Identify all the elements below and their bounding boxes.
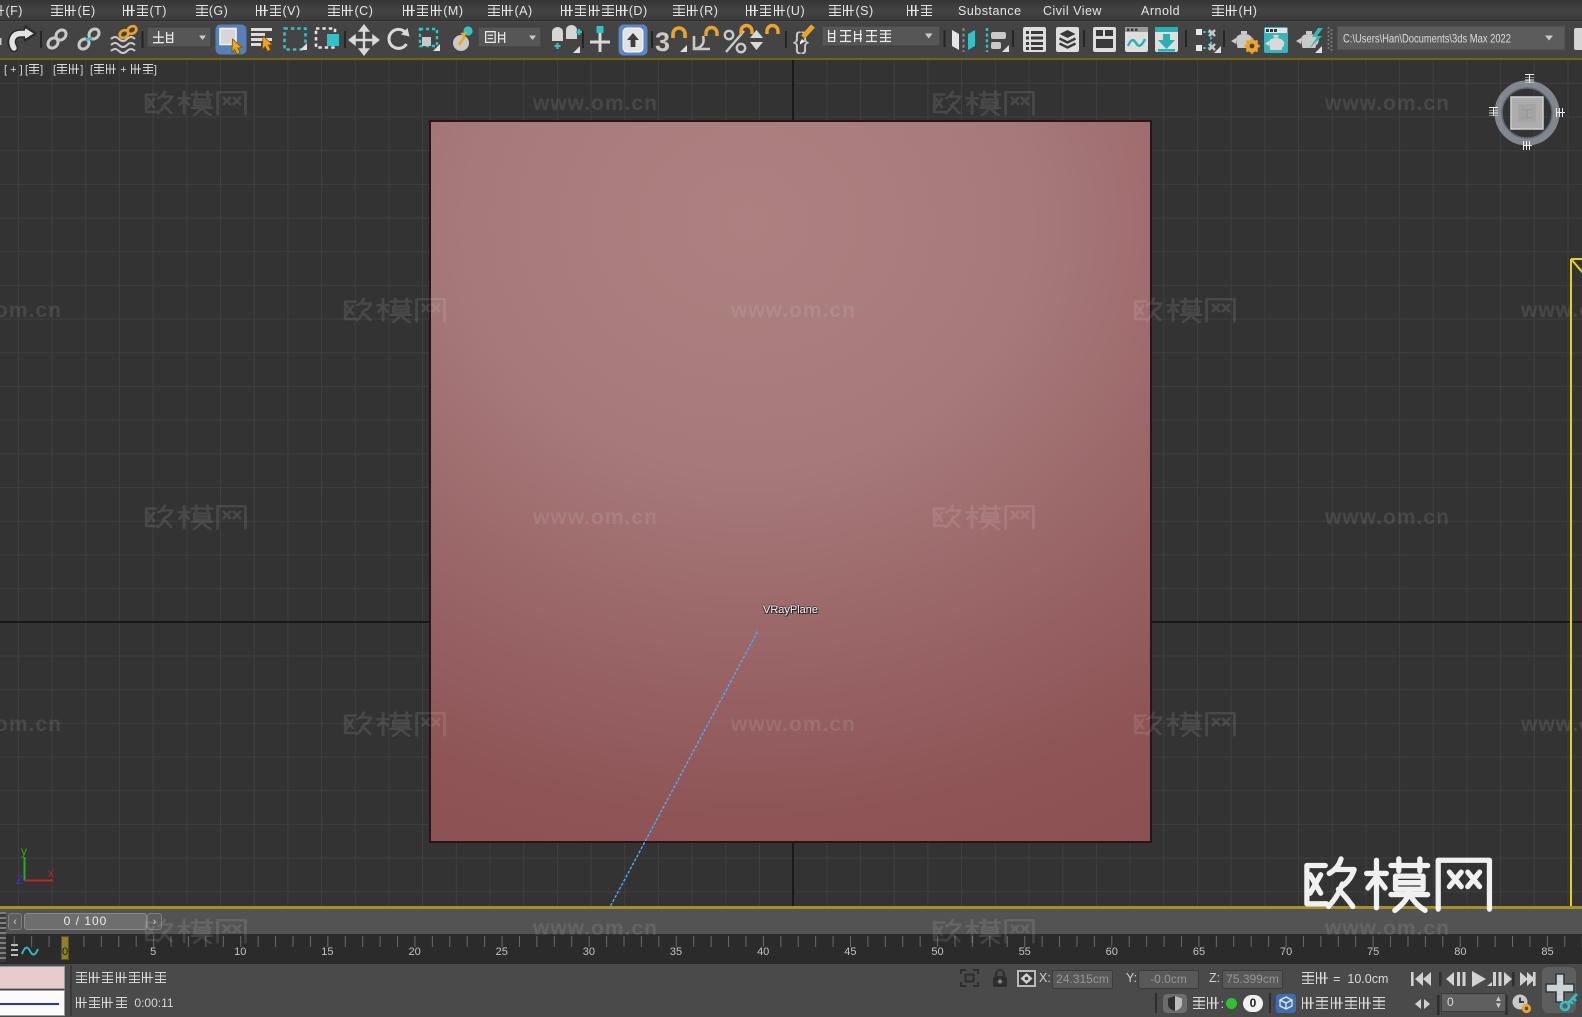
svg-text:Z: Z bbox=[16, 873, 23, 887]
svg-text:x: x bbox=[48, 866, 54, 880]
svg-text:y: y bbox=[21, 844, 27, 858]
svg-text:C:\Users\Han\Documents\3ds Max: C:\Users\Han\Documents\3ds Max 2022 bbox=[1343, 32, 1511, 46]
svg-text:3: 3 bbox=[655, 27, 670, 57]
